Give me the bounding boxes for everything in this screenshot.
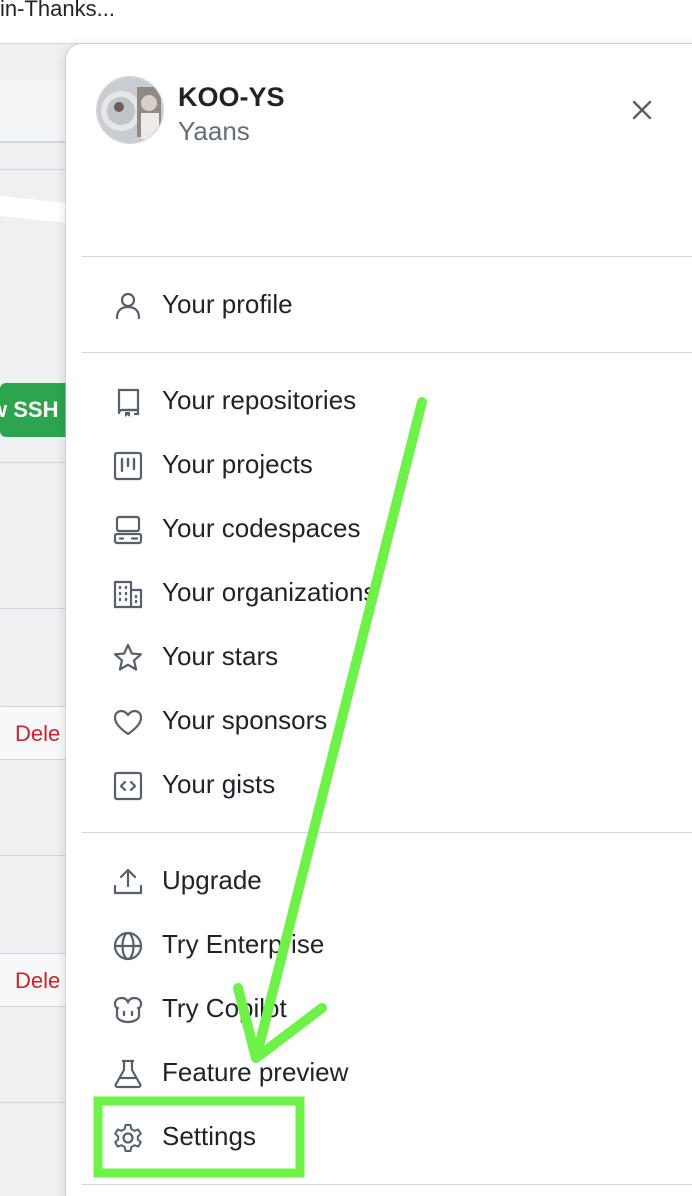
menu-item-your-repositories[interactable]: Your repositories — [82, 373, 690, 431]
close-button[interactable] — [622, 90, 662, 130]
menu-label: Your codespaces — [162, 513, 361, 543]
menu-item-your-sponsors[interactable]: Your sponsors — [82, 693, 690, 751]
menu-item-your-codespaces[interactable]: Your codespaces — [82, 501, 690, 559]
menu-label: Your gists — [162, 769, 276, 799]
menu-label: Try Copilot — [162, 993, 287, 1023]
codespaces-icon — [113, 515, 143, 545]
menu-label: Settings — [162, 1121, 256, 1151]
menu-item-your-organizations[interactable]: Your organizations — [82, 565, 690, 623]
menu-label: Feature preview — [162, 1057, 349, 1087]
full-name: Yaans — [178, 116, 250, 146]
menu-item-settings[interactable]: Settings — [82, 1109, 690, 1167]
divider — [82, 1184, 692, 1185]
person-icon — [115, 292, 141, 320]
menu-label: Your sponsors — [162, 705, 328, 735]
background-header-text: in-Thanks... — [0, 0, 115, 21]
menu-label: Upgrade — [162, 865, 262, 895]
copilot-icon — [113, 996, 143, 1024]
account-drawer: KOO-YS Yaans Your profile Your repositor… — [66, 44, 692, 1196]
menu-item-try-copilot[interactable]: Try Copilot — [82, 981, 690, 1039]
new-ssh-key-label: w SSH — [0, 397, 59, 422]
menu-item-your-gists[interactable]: Your gists — [82, 757, 690, 815]
menu-item-your-projects[interactable]: Your projects — [82, 437, 690, 495]
heart-icon — [113, 709, 143, 736]
divider — [82, 832, 692, 833]
menu-label: Your profile — [162, 289, 293, 319]
repo-icon — [117, 388, 140, 417]
menu-item-your-stars[interactable]: Your stars — [82, 629, 690, 687]
x-icon — [632, 100, 652, 120]
menu-item-try-enterprise[interactable]: Try Enterprise — [82, 917, 690, 975]
menu-item-upgrade[interactable]: Upgrade — [82, 853, 690, 911]
delete-label: Dele — [15, 968, 61, 993]
code-square-icon — [113, 771, 143, 801]
gear-icon — [114, 1124, 142, 1152]
menu-item-your-profile[interactable]: Your profile — [82, 277, 690, 335]
menu-label: Your stars — [162, 641, 279, 671]
upload-icon — [113, 868, 143, 895]
delete-label: Dele — [15, 721, 61, 746]
menu-item-feature-preview[interactable]: Feature preview — [82, 1045, 690, 1103]
avatar[interactable] — [96, 76, 164, 144]
menu-label: Your repositories — [162, 385, 357, 415]
divider — [82, 352, 692, 353]
menu-label: Try Enterprise — [162, 929, 325, 959]
organization-icon — [113, 580, 143, 609]
globe-icon — [113, 931, 143, 961]
background-header: in-Thanks... — [0, 0, 692, 44]
username: KOO-YS — [178, 82, 285, 112]
avatar-image — [97, 77, 163, 143]
project-icon — [113, 451, 143, 481]
divider — [82, 256, 692, 257]
star-icon — [113, 643, 143, 671]
menu-label: Your organizations — [162, 577, 377, 607]
menu-label: Your projects — [162, 449, 313, 479]
beaker-icon — [114, 1059, 142, 1089]
